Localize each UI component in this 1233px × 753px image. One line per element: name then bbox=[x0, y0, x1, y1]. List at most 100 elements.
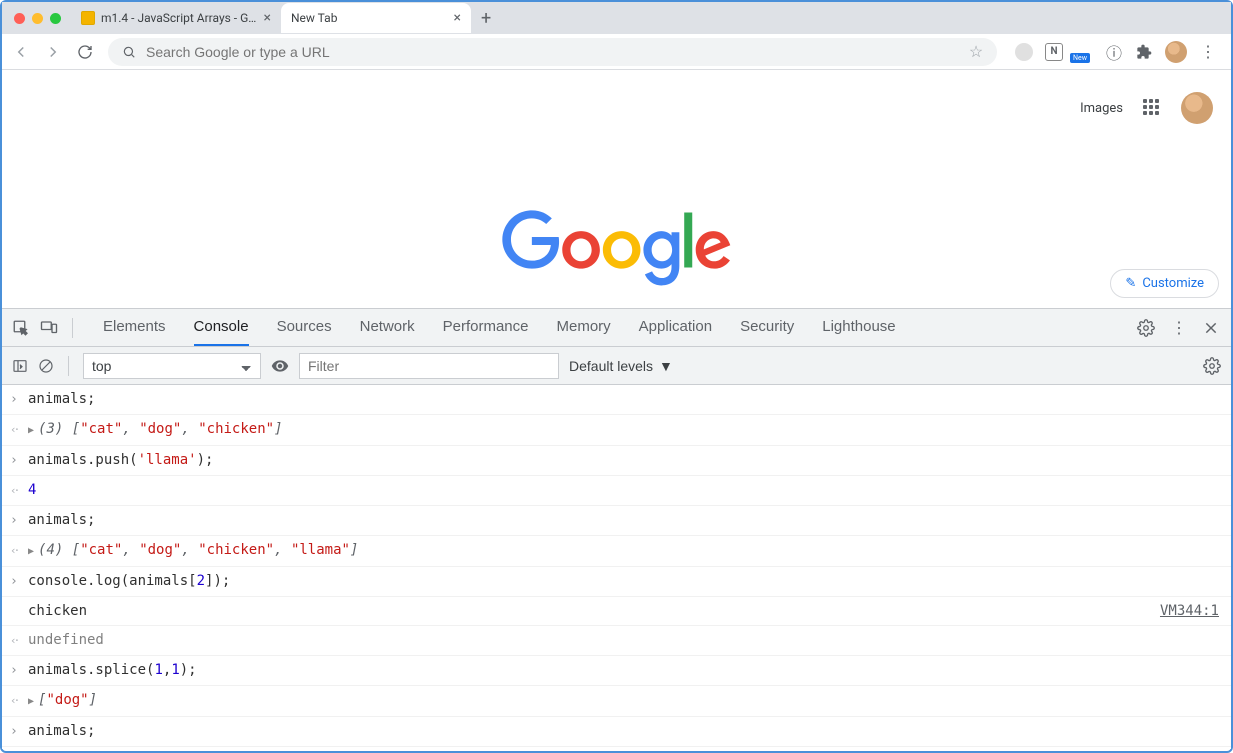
window-minimize-button[interactable] bbox=[32, 13, 43, 24]
console-row[interactable]: animals.splice(1,1); bbox=[2, 656, 1231, 686]
browser-tab[interactable]: m1.4 - JavaScript Arrays - Go… × bbox=[71, 3, 281, 33]
live-expression-icon[interactable] bbox=[271, 357, 289, 375]
devtools-tab-lighthouse[interactable]: Lighthouse bbox=[822, 309, 895, 346]
slides-icon bbox=[81, 11, 95, 25]
back-button[interactable] bbox=[12, 43, 30, 61]
devtools-close-icon[interactable] bbox=[1203, 320, 1219, 336]
inspect-element-icon[interactable] bbox=[12, 319, 30, 337]
browser-tab-active[interactable]: New Tab × bbox=[281, 3, 471, 33]
input-chevron-icon bbox=[10, 450, 28, 472]
console-row[interactable]: undefined bbox=[2, 626, 1231, 656]
devtools-tab-performance[interactable]: Performance bbox=[443, 309, 529, 346]
input-chevron-icon bbox=[10, 660, 28, 682]
forward-button[interactable] bbox=[44, 43, 62, 61]
profile-avatar[interactable] bbox=[1165, 41, 1187, 63]
devtools-tab-network[interactable]: Network bbox=[360, 309, 415, 346]
output-chevron-icon bbox=[10, 690, 28, 712]
devtools-panel: Elements Console Sources Network Performance… bbox=[2, 308, 1231, 749]
input-chevron-icon bbox=[10, 571, 28, 593]
console-content: console.log(animals[2]); bbox=[28, 570, 1223, 592]
console-content: animals; bbox=[28, 720, 1223, 742]
console-content: ▶(4) ["cat", "dog", "chicken", "llama"] bbox=[28, 539, 1223, 563]
source-link[interactable]: VM344:1 bbox=[1160, 600, 1223, 622]
expand-arrow-icon[interactable]: ▶ bbox=[28, 546, 34, 557]
console-row[interactable]: 4 bbox=[2, 476, 1231, 506]
window-close-button[interactable] bbox=[14, 13, 25, 24]
console-output[interactable]: animals; ▶(3) ["cat", "dog", "chicken"] an… bbox=[2, 385, 1231, 749]
reload-button[interactable] bbox=[76, 43, 94, 61]
customize-label: Customize bbox=[1142, 276, 1204, 291]
customize-button[interactable]: ✎ Customize bbox=[1110, 269, 1219, 298]
device-toolbar-icon[interactable] bbox=[40, 319, 58, 337]
console-content: animals; bbox=[28, 509, 1223, 531]
expand-arrow-icon[interactable]: ▶ bbox=[28, 696, 34, 707]
console-row[interactable]: animals.push('llama'); bbox=[2, 446, 1231, 476]
console-row[interactable]: ▶["dog"] bbox=[2, 686, 1231, 717]
bookmark-star-icon[interactable]: ☆ bbox=[967, 43, 985, 61]
input-chevron-icon bbox=[10, 510, 28, 532]
console-row[interactable]: animals; bbox=[2, 506, 1231, 536]
omnibox-input[interactable] bbox=[146, 44, 959, 60]
search-icon bbox=[120, 43, 138, 61]
console-row[interactable]: ▶(3) ["cat", "dog", "chicken"] bbox=[2, 415, 1231, 446]
window-maximize-button[interactable] bbox=[50, 13, 61, 24]
console-row[interactable]: ▶(4) ["cat", "dog", "chicken", "llama"] bbox=[2, 536, 1231, 567]
tab-close-button[interactable]: × bbox=[454, 10, 461, 26]
settings-gear-icon[interactable] bbox=[1137, 319, 1155, 337]
chevron-down-icon: ▼ bbox=[659, 358, 673, 374]
console-content: chicken bbox=[28, 600, 1160, 622]
devtools-tab-console[interactable]: Console bbox=[194, 309, 249, 346]
tab-close-button[interactable]: × bbox=[264, 10, 271, 26]
console-row[interactable]: chickenVM344:1 bbox=[2, 597, 1231, 626]
log-level-selector[interactable]: Default levels ▼ bbox=[569, 358, 673, 374]
devtools-tab-elements[interactable]: Elements bbox=[103, 309, 166, 346]
omnibox[interactable]: ☆ bbox=[108, 38, 997, 66]
devtools-tab-sources[interactable]: Sources bbox=[277, 309, 332, 346]
tab-bar: m1.4 - JavaScript Arrays - Go… × New Tab… bbox=[2, 2, 1231, 34]
extension-icon[interactable] bbox=[1015, 43, 1033, 61]
new-tab-page: Images ✎ Customize bbox=[2, 70, 1231, 308]
chrome-menu-button[interactable]: ⋮ bbox=[1199, 43, 1217, 61]
extension-chrome-icon[interactable]: New bbox=[1075, 43, 1093, 61]
console-toolbar: top Default levels ▼ bbox=[2, 347, 1231, 385]
console-content: undefined bbox=[28, 629, 1223, 651]
console-row[interactable]: animals; bbox=[2, 717, 1231, 747]
devtools-tab-bar: Elements Console Sources Network Performance… bbox=[2, 309, 1231, 347]
console-sidebar-toggle-icon[interactable] bbox=[12, 358, 28, 374]
devtools-tab-security[interactable]: Security bbox=[740, 309, 794, 346]
console-content: animals.push('llama'); bbox=[28, 449, 1223, 471]
extensions-puzzle-icon[interactable] bbox=[1135, 43, 1153, 61]
console-row[interactable]: animals; bbox=[2, 385, 1231, 415]
input-chevron-icon bbox=[10, 389, 28, 411]
account-avatar[interactable] bbox=[1181, 92, 1213, 124]
output-chevron-icon bbox=[10, 419, 28, 441]
new-tab-button[interactable]: + bbox=[471, 8, 501, 29]
info-icon[interactable]: ⓘ bbox=[1105, 43, 1123, 61]
console-content: ▶(3) ["cat", "dog", "chicken"] bbox=[28, 418, 1223, 442]
console-content: ▶["dog"] bbox=[28, 689, 1223, 713]
tab-title: m1.4 - JavaScript Arrays - Go… bbox=[101, 11, 258, 25]
devtools-menu-icon[interactable]: ⋮ bbox=[1171, 318, 1187, 337]
devtools-tab-application[interactable]: Application bbox=[639, 309, 712, 346]
tab-title: New Tab bbox=[291, 11, 448, 25]
output-chevron-icon bbox=[10, 480, 28, 502]
apps-grid-icon[interactable] bbox=[1143, 99, 1161, 117]
pencil-icon: ✎ bbox=[1125, 276, 1136, 291]
console-filter-input[interactable] bbox=[299, 353, 559, 379]
extension-notion-icon[interactable]: N bbox=[1045, 43, 1063, 61]
traffic-lights bbox=[8, 13, 71, 24]
console-row[interactable]: ▶(3) ["cat", "chicken", "llama"] bbox=[2, 747, 1231, 749]
google-logo bbox=[497, 210, 737, 292]
expand-arrow-icon[interactable]: ▶ bbox=[28, 425, 34, 436]
console-settings-gear-icon[interactable] bbox=[1203, 357, 1221, 375]
context-selector[interactable]: top bbox=[83, 353, 261, 379]
devtools-tab-memory[interactable]: Memory bbox=[557, 309, 611, 346]
clear-console-icon[interactable] bbox=[38, 358, 54, 374]
output-chevron-icon bbox=[10, 540, 28, 562]
images-link[interactable]: Images bbox=[1080, 101, 1123, 116]
console-row[interactable]: console.log(animals[2]); bbox=[2, 567, 1231, 597]
output-chevron-icon bbox=[10, 630, 28, 652]
console-content: animals; bbox=[28, 388, 1223, 410]
input-chevron-icon bbox=[10, 721, 28, 743]
address-bar: ☆ N New ⓘ ⋮ bbox=[2, 34, 1231, 70]
